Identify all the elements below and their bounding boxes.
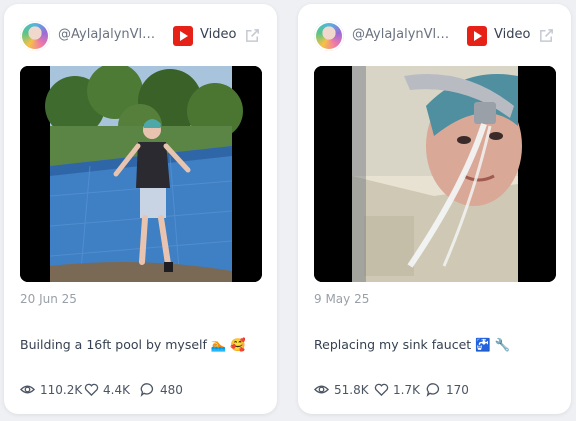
creator-handle[interactable]: @AylaJalynVlo... <box>58 27 162 42</box>
likes-count: 1.7K <box>393 383 420 397</box>
video-thumbnail[interactable] <box>314 66 556 282</box>
card-header: @AylaJalynVlo... Video <box>314 20 559 52</box>
eye-icon <box>20 385 35 394</box>
youtube-icon <box>467 26 487 46</box>
external-link-icon[interactable] <box>244 27 261 44</box>
post-date: 20 Jun 25 <box>20 292 77 306</box>
comments-count: 480 <box>160 383 183 397</box>
post-caption: Building a 16ft pool by myself 🏊 🥰 <box>20 337 246 352</box>
content-type-label: Video <box>494 27 531 42</box>
video-thumbnail[interactable] <box>20 66 262 282</box>
card-header: @AylaJalynVlo... Video <box>20 20 265 52</box>
comment-icon <box>140 383 154 397</box>
post-card[interactable]: @AylaJalynVlo... Video <box>298 4 571 414</box>
post-date: 9 May 25 <box>314 292 370 306</box>
comment-icon <box>426 383 440 397</box>
post-card[interactable]: @AylaJalynVlo... Video <box>4 4 277 414</box>
youtube-icon <box>173 26 193 46</box>
avatar[interactable] <box>314 21 344 51</box>
heart-icon <box>84 383 99 397</box>
views-count: 51.8K <box>334 383 369 397</box>
avatar[interactable] <box>20 21 50 51</box>
views-count: 110.2K <box>40 383 83 397</box>
post-caption: Replacing my sink faucet 🚰 🔧 <box>314 337 511 352</box>
heart-icon <box>374 383 389 397</box>
comments-count: 170 <box>446 383 469 397</box>
likes-count: 4.4K <box>103 383 130 397</box>
creator-handle[interactable]: @AylaJalynVlo... <box>352 27 456 42</box>
content-type-label: Video <box>200 27 237 42</box>
external-link-icon[interactable] <box>538 27 555 44</box>
eye-icon <box>314 385 329 394</box>
